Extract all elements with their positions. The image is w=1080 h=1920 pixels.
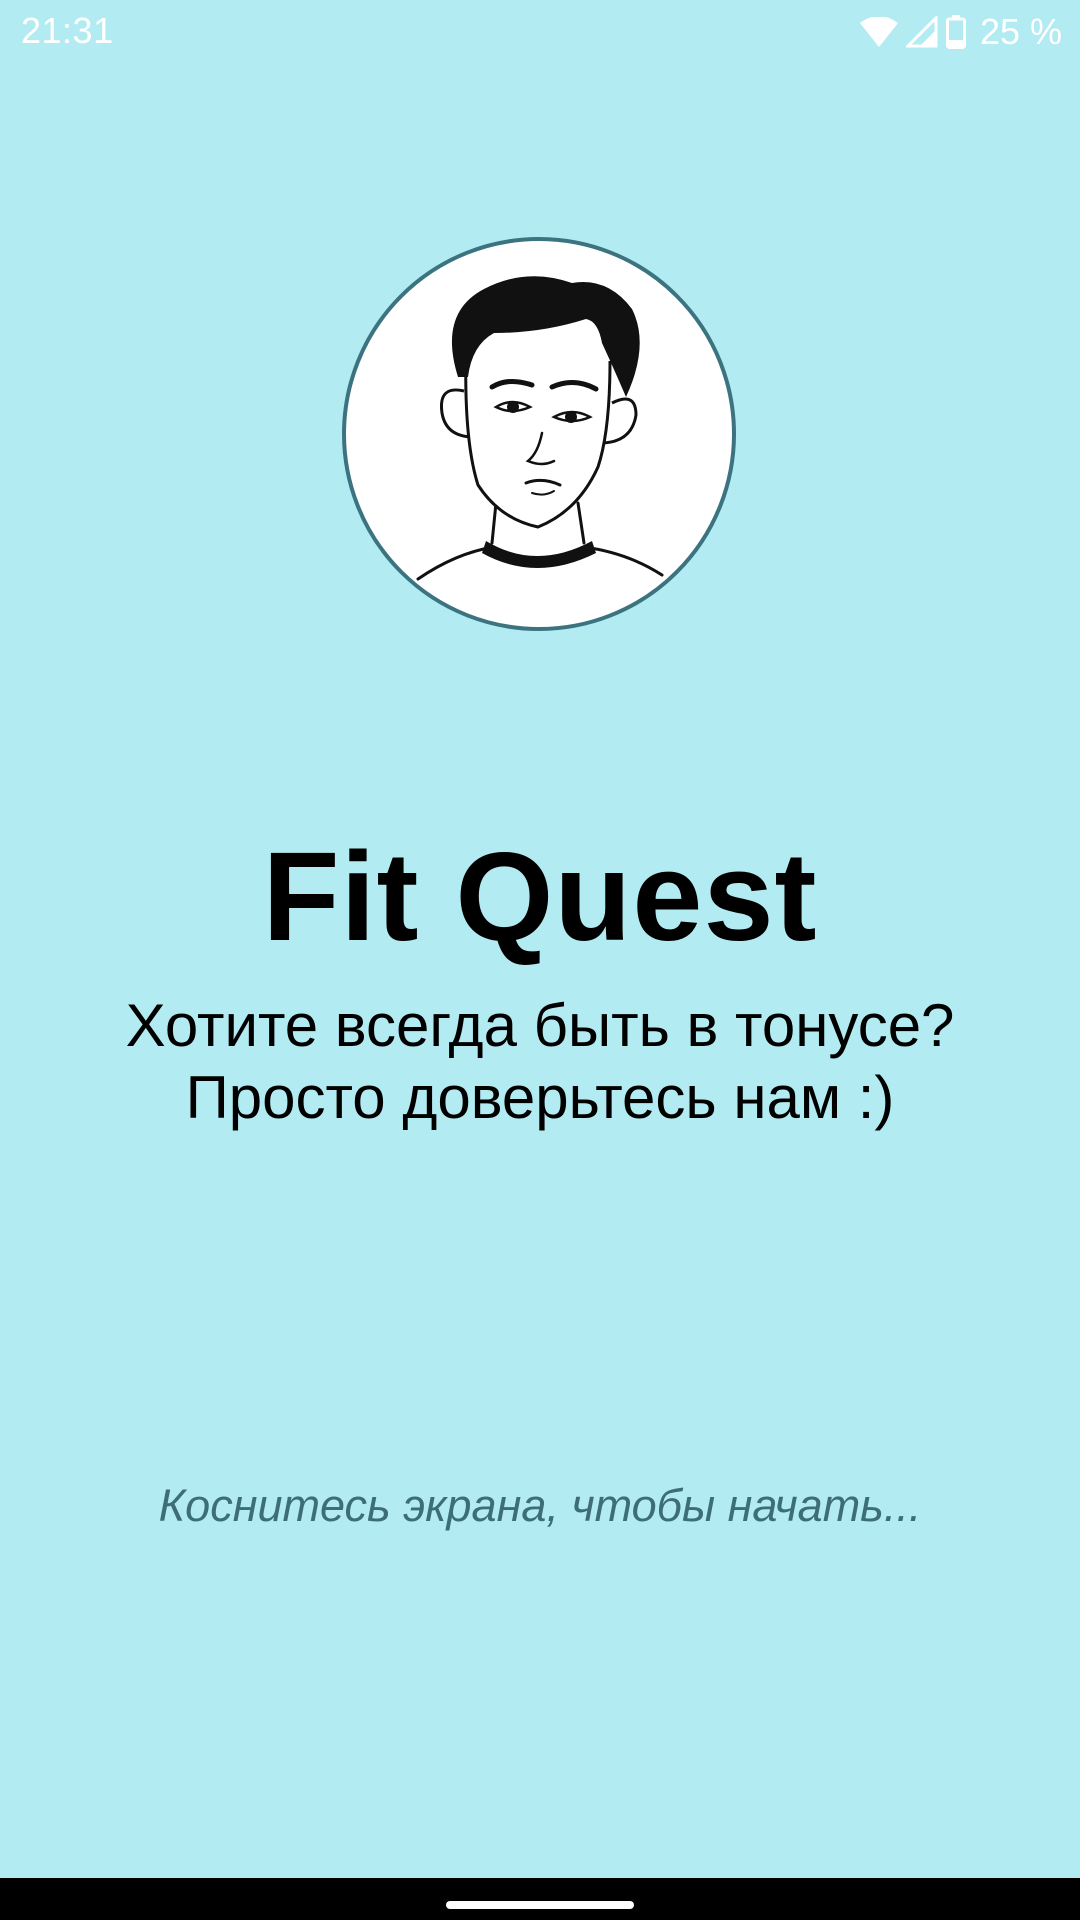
status-bar: 21:31 25 % bbox=[0, 0, 1080, 64]
status-icons: 25 % bbox=[859, 11, 1062, 52]
tagline-line-2: Просто доверьтесь нам :) bbox=[185, 1064, 895, 1131]
app-title: Fit Quest bbox=[262, 826, 818, 967]
app-tagline: Хотите всегда быть в тонусе? Просто дове… bbox=[0, 990, 1080, 1134]
home-pill-icon[interactable] bbox=[446, 1901, 634, 1909]
navigation-bar bbox=[0, 1878, 1080, 1920]
avatar bbox=[342, 237, 736, 631]
welcome-screen-tap-area[interactable]: 21:31 25 % Fit Quest Хотите всегда быть … bbox=[0, 0, 1080, 1920]
tagline-line-1: Хотите всегда быть в тонусе? bbox=[125, 992, 955, 1059]
cell-signal-icon bbox=[905, 16, 938, 48]
wifi-icon bbox=[859, 17, 898, 47]
person-portrait-illustration bbox=[416, 276, 664, 581]
status-time: 21:31 bbox=[21, 10, 114, 51]
battery-icon bbox=[945, 15, 966, 49]
tap-to-start-hint: Коснитесь экрана, чтобы начать... bbox=[158, 1480, 922, 1531]
battery-percent: 25 % bbox=[979, 11, 1062, 52]
